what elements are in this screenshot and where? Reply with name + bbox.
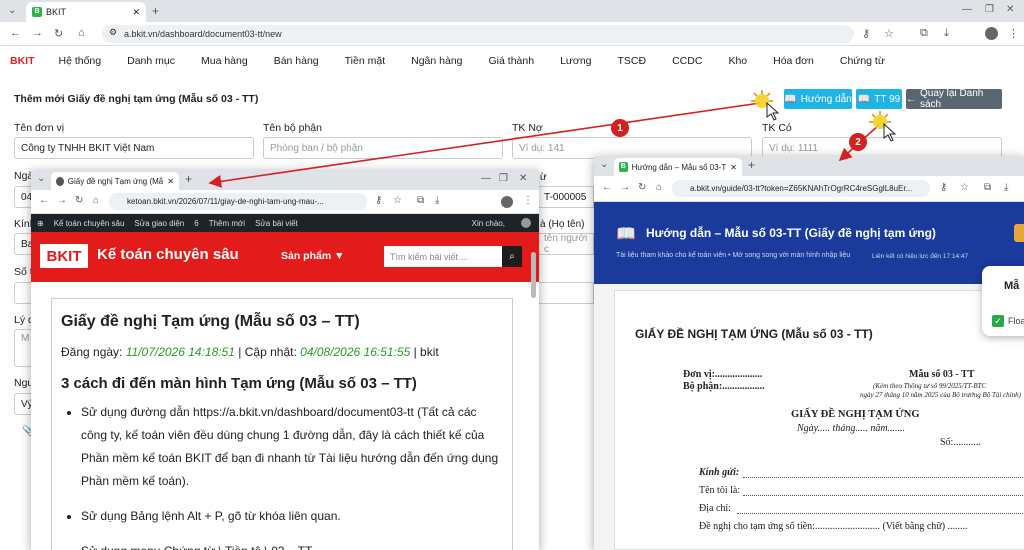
callout-badge-1: 1 xyxy=(611,119,629,137)
annotation-overlay xyxy=(208,90,897,188)
click-burst-icon xyxy=(869,111,891,129)
mouse-cursor-icon xyxy=(766,101,780,121)
callout-badge-2: 2 xyxy=(849,133,867,151)
mouse-cursor-icon xyxy=(883,122,897,142)
arrow-to-blog xyxy=(208,102,761,188)
